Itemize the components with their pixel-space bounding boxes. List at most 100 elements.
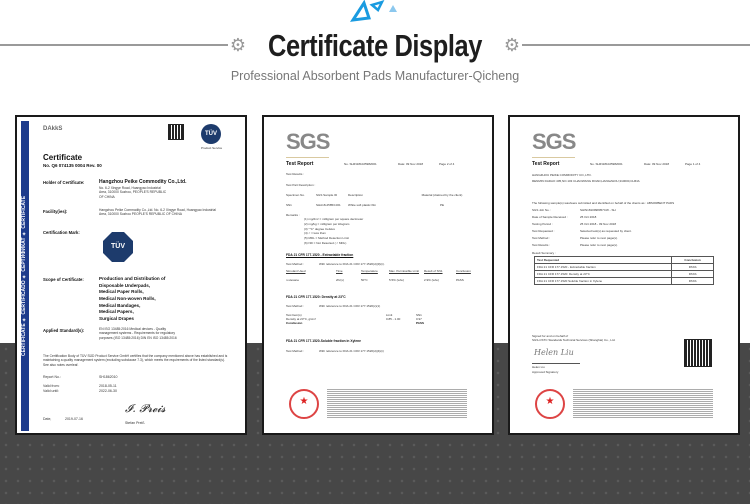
th: Material (claimed by the client): [421, 193, 463, 197]
client-name: HANGZHOU PEIKE COMMODITY CO.,LTD.: [532, 173, 592, 177]
td: SHA18-25853.001: [316, 203, 341, 208]
standards-text: EN ISO 13485:2016 Medical devices - Qual…: [99, 327, 177, 340]
td: FDA 21 CFR 177.1520: Density at 23°C: [533, 270, 673, 279]
facility-label: Facility(ies):: [43, 209, 68, 214]
field-label: Test Method :: [532, 236, 551, 241]
td: FDA 21 CFR 177.1520 Soluble fraction in …: [533, 277, 673, 286]
qr-code: [168, 124, 184, 140]
method-label: Test Method :: [286, 262, 305, 266]
field-value: 25 Oct 2018: [580, 215, 597, 220]
holder-label: Holder of Certificate:: [43, 180, 85, 185]
issue-date: 2019-07-16: [65, 417, 83, 421]
th: Conclusion: [671, 255, 714, 265]
scope-item: Disposable Underpads,: [99, 282, 151, 288]
th: Temperature: [361, 269, 378, 273]
certificate-number: No. Q6 074135 0004 Rev. 00: [43, 163, 102, 168]
section-xylene: FDA 21 CFR 177.1520-Soluble fraction in …: [286, 339, 361, 343]
field-value: Please refer to next page(s).: [580, 236, 618, 241]
sgs-stamp-seal: ★: [535, 389, 565, 419]
fine-print-footer: [327, 389, 467, 419]
td: 2hr(s): [336, 278, 344, 283]
field-value: SHIN1810998057CW - SH: [580, 208, 616, 212]
table-row: FDA 21 CFR 177.1520 - Extractable fracti…: [533, 263, 714, 272]
valid-from-label: Valid from:: [43, 384, 60, 388]
report-number: SH1862010: [99, 375, 118, 379]
qr-code: [684, 339, 712, 367]
signer-role: Approved Signatory: [532, 370, 559, 374]
extractable-table: Simulant Used Time Temperature Max. Permiss…: [286, 269, 476, 282]
td: n-Hexane: [286, 278, 300, 283]
field-label: Testing Period :: [532, 222, 553, 227]
tuv-caption: Product Service: [201, 146, 223, 150]
page-title: Certificate Display: [267, 28, 483, 63]
th: Specimen No.: [286, 193, 305, 197]
table-row: FDA 21 CFR 177.1520 Soluble fraction in …: [533, 277, 714, 286]
sgs-logo: SGS: [532, 127, 576, 158]
valid-until: 2022-06-30: [99, 389, 117, 393]
field-label: SGS Job No. :: [532, 208, 552, 212]
td: 5.5% (w/w): [389, 278, 404, 283]
holder-address: No. 6-2 Xingye Road, Huangyao Industrial…: [99, 186, 167, 199]
td: PASS: [456, 278, 464, 283]
certification-statement: The Certification Body of TÜV SÜD Produc…: [43, 354, 228, 367]
td: SN1: [286, 203, 292, 208]
report-title: Test Report: [532, 161, 560, 167]
td: PE: [439, 203, 444, 208]
triangles-decoration-icon: [350, 0, 397, 22]
report-number: No. SHIN181025982001: [344, 162, 377, 166]
certificate-card-sgs-page2[interactable]: SGS Test Report No. SHIN181025982001 Dat…: [262, 115, 494, 435]
remarks-label: Remarks :: [286, 213, 300, 217]
th: Conclusion: [456, 269, 471, 273]
method-text: With reference to FDA 21 CFR 177.1520(d)…: [319, 262, 385, 266]
signer-name: Stefan Preiß: [125, 421, 145, 425]
th: Description: [348, 193, 364, 197]
td: FDA 21 CFR 177.1520 - Extractable fracti…: [533, 263, 673, 272]
th: SGS Sample ID: [316, 193, 338, 197]
certification-mark-label: Certification Mark:: [43, 230, 80, 235]
holder-name: Hangzhou Peike Commodity Co.,Ltd.: [99, 179, 187, 185]
report-number: No. SHIN181025982001: [590, 162, 623, 166]
signer-name: Helen Liu: [532, 365, 545, 369]
report-page: Page 2 of 4: [439, 162, 455, 166]
dakks-logo: DAkkS: [43, 126, 63, 132]
method-text: With reference to FDA 21 CFR 177.1520(c)…: [319, 304, 381, 308]
specimen-table: Specimen No. SGS Sample ID Description Mate…: [286, 193, 476, 207]
signature-line: [532, 363, 580, 364]
sgs-logo: SGS: [286, 127, 330, 158]
intro-text: The following sample(s) was/were submitt…: [532, 201, 675, 205]
th: Test Requested: [533, 255, 673, 265]
summary-label: Result Summary :: [532, 251, 556, 255]
report-date: Date: 09 Nov 2018: [398, 162, 424, 166]
tuv-logo: TÜV: [201, 124, 221, 144]
td: White soft plastic film: [348, 203, 377, 208]
td: PASS: [671, 277, 714, 286]
th: Result of SN1: [424, 269, 443, 273]
sample-fields: SGS Job No. : SHIN1810998057CW - SH Date …: [532, 208, 632, 247]
tuv-certification-mark: TÜV: [103, 232, 133, 262]
scope-label: Scope of Certificate:: [43, 277, 84, 282]
scope-item: Medical Non-woven Rolls,: [99, 295, 156, 301]
scope-item: Medical Bandages,: [99, 302, 141, 308]
results-label: Test Results :: [286, 172, 305, 176]
standards-label: Applied Standard(s):: [43, 328, 85, 333]
report-date: Date: 09 Nov 2018: [644, 162, 670, 166]
page-subtitle: Professional Absorbent Pads Manufacturer…: [230, 69, 520, 83]
scope-item: Medical Papers,: [99, 309, 134, 315]
valid-until-label: Valid until:: [43, 389, 59, 393]
method-text: With reference to FDA 21 CFR 177.1520(d)…: [319, 349, 384, 353]
method-label: Test Method :: [286, 304, 305, 308]
certificate-card-tuv[interactable]: CERTIFICATE ✦ CERTIFICADO ✦ СЕРТИФИКАТ ✦…: [15, 115, 247, 435]
td: PASS: [671, 270, 714, 279]
valid-from: 2018-05-11: [99, 384, 117, 388]
field-value: Please refer to next page(s).: [580, 243, 618, 248]
signed-org: SGS-CSTC Standards Technical Services (S…: [532, 338, 616, 342]
conclusion-value: PASS: [416, 321, 424, 326]
table-row: FDA 21 CFR 177.1520: Density at 23°C PASS: [533, 270, 714, 279]
conclusion-label: Conclusion: [286, 321, 303, 326]
th: Simulant Used: [286, 269, 306, 273]
report-title: Test Report: [286, 161, 314, 167]
density-table: Test Item(s) Limit SN1 Density at 23°C, g/…: [286, 313, 446, 325]
method-label: Test Method :: [286, 349, 305, 353]
certificate-card-sgs-page1[interactable]: SGS Test Report No. SHIN181025982001 Dat…: [508, 115, 740, 435]
field-value: Selected test(s) as requested by client.: [580, 229, 632, 234]
